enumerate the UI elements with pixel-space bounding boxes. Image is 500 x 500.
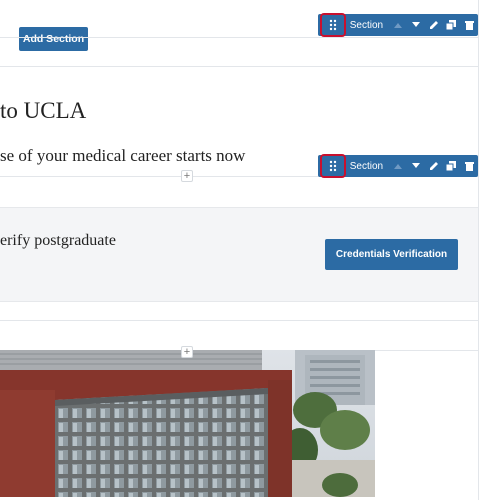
credentials-verification-button[interactable]: Credentials Verification (325, 239, 458, 270)
section-label: Section (349, 160, 384, 172)
duplicate-icon[interactable] (442, 155, 460, 177)
section-divider (0, 37, 500, 38)
arrow-up-icon[interactable] (389, 155, 407, 177)
section-label: Section (349, 19, 384, 31)
campus-building-image (0, 350, 375, 497)
pencil-icon[interactable] (425, 155, 443, 177)
drag-handle-icon[interactable] (320, 12, 346, 37)
section-divider (0, 66, 500, 67)
right-edge (478, 0, 500, 500)
arrow-down-icon[interactable] (407, 14, 425, 36)
duplicate-icon[interactable] (442, 14, 460, 36)
pencil-icon[interactable] (425, 14, 443, 36)
page-subtitle: se of your medical career starts now (0, 146, 246, 165)
add-section-button[interactable]: Add Section (19, 27, 88, 51)
section-toolbar: Section (318, 12, 478, 37)
drag-handle-icon[interactable] (320, 153, 346, 178)
page-title: to UCLA (0, 98, 87, 123)
panel-text: erify postgraduate (0, 232, 116, 249)
arrow-down-icon[interactable] (407, 155, 425, 177)
section-toolbar: Section (318, 153, 478, 178)
trash-icon[interactable] (460, 14, 478, 36)
section-divider (0, 320, 500, 321)
trash-icon[interactable] (460, 155, 478, 177)
arrow-up-icon[interactable] (389, 14, 407, 36)
plus-icon[interactable]: + (181, 346, 193, 358)
plus-icon[interactable]: + (181, 170, 193, 182)
